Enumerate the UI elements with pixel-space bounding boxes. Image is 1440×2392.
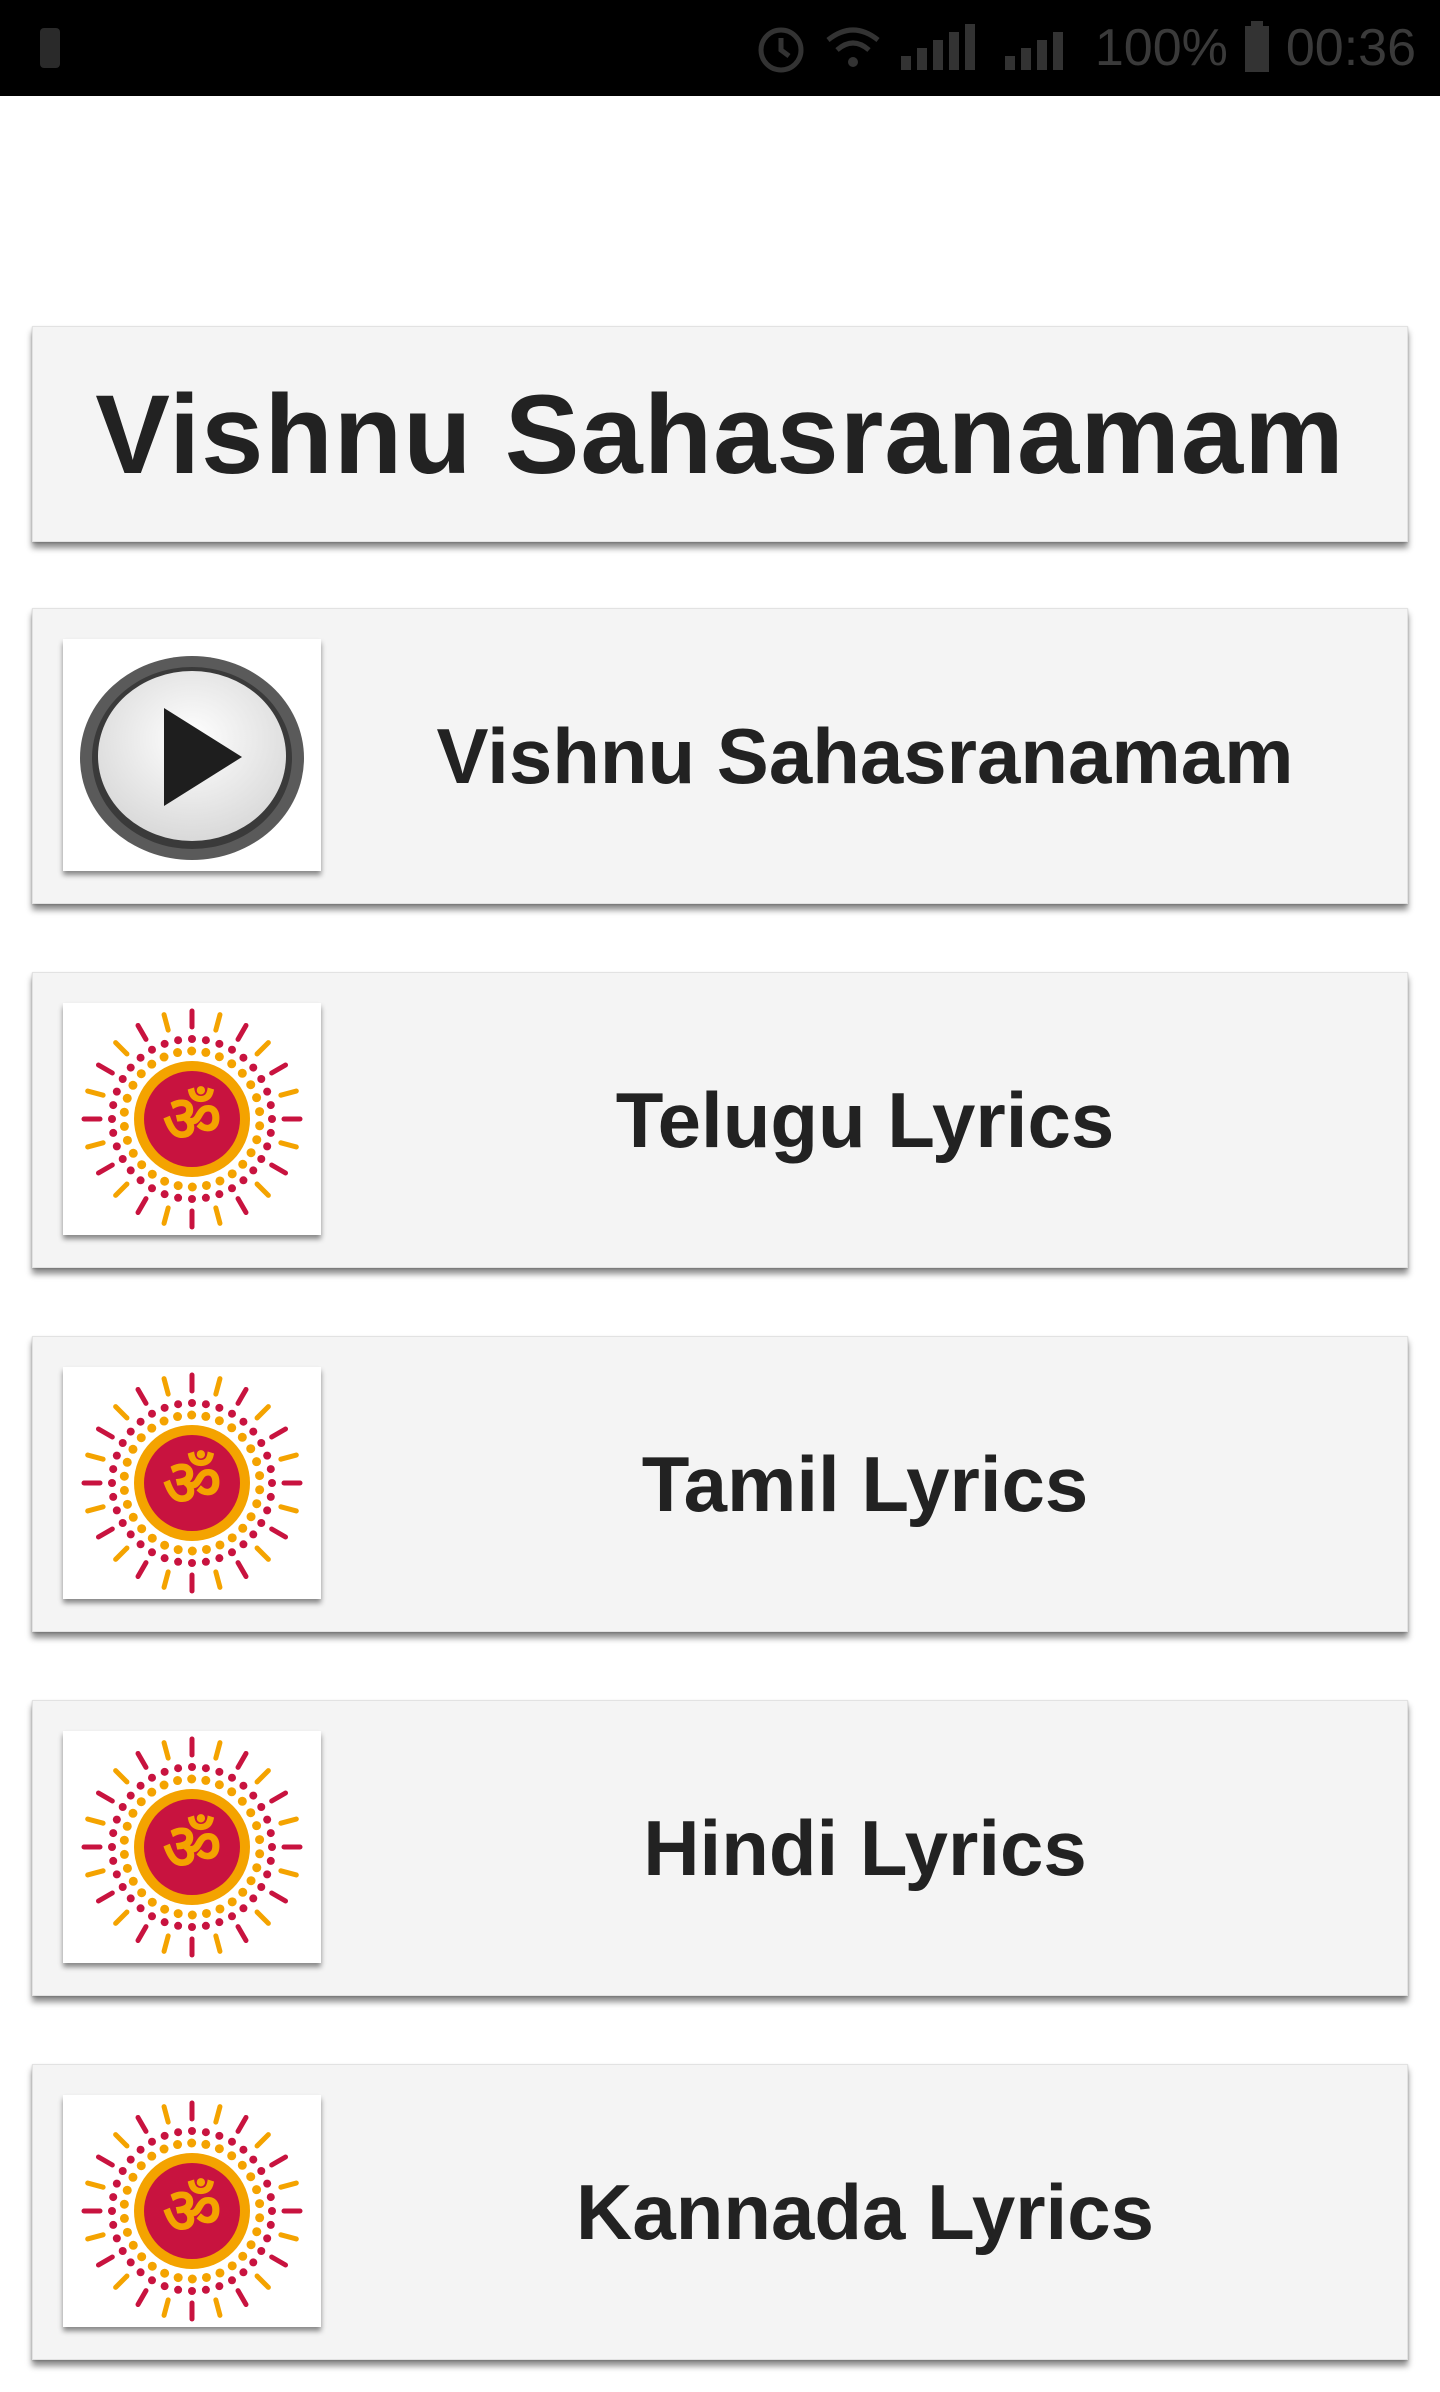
menu-item-kannada-lyrics[interactable]: ॐ Kannada Lyrics (32, 2064, 1408, 2360)
alarm-icon (758, 27, 804, 73)
menu-item-telugu-lyrics[interactable]: ॐ Telugu Lyrics (32, 972, 1408, 1268)
om-thumbnail: ॐ (63, 1367, 321, 1599)
status-bar: 100% 00:36 (0, 0, 1440, 96)
menu-item-label: Tamil Lyrics (641, 1439, 1089, 1528)
menu-item-label: Hindi Lyrics (643, 1803, 1087, 1892)
om-mandala-icon: ॐ (81, 1736, 303, 1958)
menu-item-label: Telugu Lyrics (615, 1075, 1115, 1164)
menu-item-label: Kannada Lyrics (576, 2167, 1154, 2256)
menu-item-label: Vishnu Sahasranamam (436, 711, 1294, 800)
signal-icon (1004, 32, 1063, 70)
app-title-card: Vishnu Sahasranamam (32, 326, 1408, 542)
wifi-icon (826, 27, 880, 67)
svg-text:ॐ: ॐ (163, 2175, 221, 2249)
om-thumbnail: ॐ (63, 1003, 321, 1235)
om-mandala-icon: ॐ (81, 2100, 303, 2322)
battery-icon (1244, 21, 1269, 72)
menu-item-play-audio[interactable]: Vishnu Sahasranamam (32, 608, 1408, 904)
om-mandala-icon: ॐ (81, 1372, 303, 1594)
om-mandala-icon: ॐ (81, 1008, 303, 1230)
svg-text:ॐ: ॐ (163, 1811, 221, 1885)
svg-text:ॐ: ॐ (163, 1447, 221, 1521)
notification-icon (40, 28, 60, 68)
clock: 00:36 (1285, 19, 1416, 77)
menu-item-tamil-lyrics[interactable]: ॐ Tamil Lyrics (32, 1336, 1408, 1632)
play-icon (80, 656, 304, 860)
om-thumbnail: ॐ (63, 2095, 321, 2327)
menu-item-hindi-lyrics[interactable]: ॐ Hindi Lyrics (32, 1700, 1408, 1996)
play-thumbnail (63, 639, 321, 871)
signal-icon (900, 24, 975, 70)
om-thumbnail: ॐ (63, 1731, 321, 1963)
battery-percent: 100% (1094, 19, 1228, 77)
app-title: Vishnu Sahasranamam (95, 371, 1345, 497)
svg-text:ॐ: ॐ (163, 1083, 221, 1157)
